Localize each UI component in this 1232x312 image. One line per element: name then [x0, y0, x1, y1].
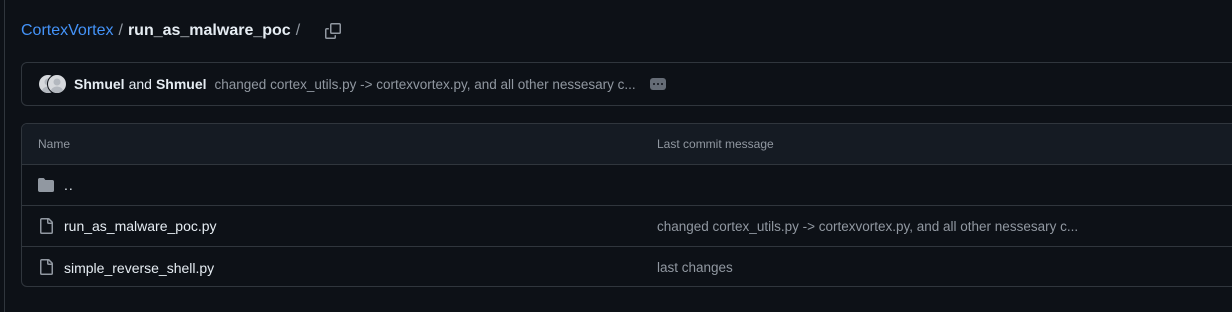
- author-link[interactable]: Shmuel: [156, 76, 207, 92]
- left-divider: [4, 0, 5, 312]
- commit-message-link[interactable]: changed cortex_utils.py -> cortexvortex.…: [215, 77, 636, 92]
- column-header-name: Name: [38, 137, 71, 151]
- file-name-link[interactable]: simple_reverse_shell.py: [64, 260, 214, 276]
- expand-commit-message-button[interactable]: [649, 78, 666, 90]
- ellipsis-dot: [656, 83, 659, 85]
- table-row-parent-directory[interactable]: ..: [22, 165, 1232, 206]
- breadcrumb-current-folder: run_as_malware_poc: [127, 22, 291, 39]
- authors-conjunction: and: [128, 76, 152, 92]
- file-table: Name Last commit message .. run_as_malwa…: [21, 123, 1232, 287]
- author-link[interactable]: Shmuel: [74, 76, 125, 92]
- file-icon: [40, 218, 53, 234]
- file-commit-message-link[interactable]: last changes: [657, 260, 733, 275]
- folder-icon: [38, 178, 54, 192]
- file-icon: [40, 259, 53, 275]
- breadcrumb-owner-link[interactable]: CortexVortex: [21, 22, 113, 40]
- ellipsis-dot: [660, 83, 663, 85]
- table-row[interactable]: simple_reverse_shell.py last changes: [22, 247, 1232, 286]
- commit-authors: Shmuel and Shmuel: [74, 76, 207, 92]
- latest-commit-box: Shmuel and Shmuel changed cortex_utils.py …: [21, 62, 1232, 106]
- author-avatars[interactable]: [38, 73, 72, 95]
- breadcrumb-separator: /: [118, 22, 123, 39]
- avatar[interactable]: [47, 74, 67, 94]
- page: CortexVortex / run_as_malware_poc / Shmu…: [0, 0, 1232, 312]
- parent-directory-link[interactable]: ..: [64, 177, 74, 193]
- copy-path-button[interactable]: [319, 18, 347, 44]
- table-row[interactable]: run_as_malware_poc.py changed cortex_uti…: [22, 206, 1232, 247]
- table-header: Name Last commit message: [22, 124, 1232, 165]
- copy-icon: [325, 23, 342, 39]
- file-commit-message-link[interactable]: changed cortex_utils.py -> cortexvortex.…: [657, 219, 1078, 234]
- file-name-link[interactable]: run_as_malware_poc.py: [64, 218, 217, 234]
- breadcrumb-trailing-separator: /: [295, 22, 301, 39]
- breadcrumb: CortexVortex / run_as_malware_poc /: [21, 18, 347, 44]
- column-header-last-commit-message: Last commit message: [657, 137, 774, 151]
- ellipsis-icon: [652, 83, 655, 85]
